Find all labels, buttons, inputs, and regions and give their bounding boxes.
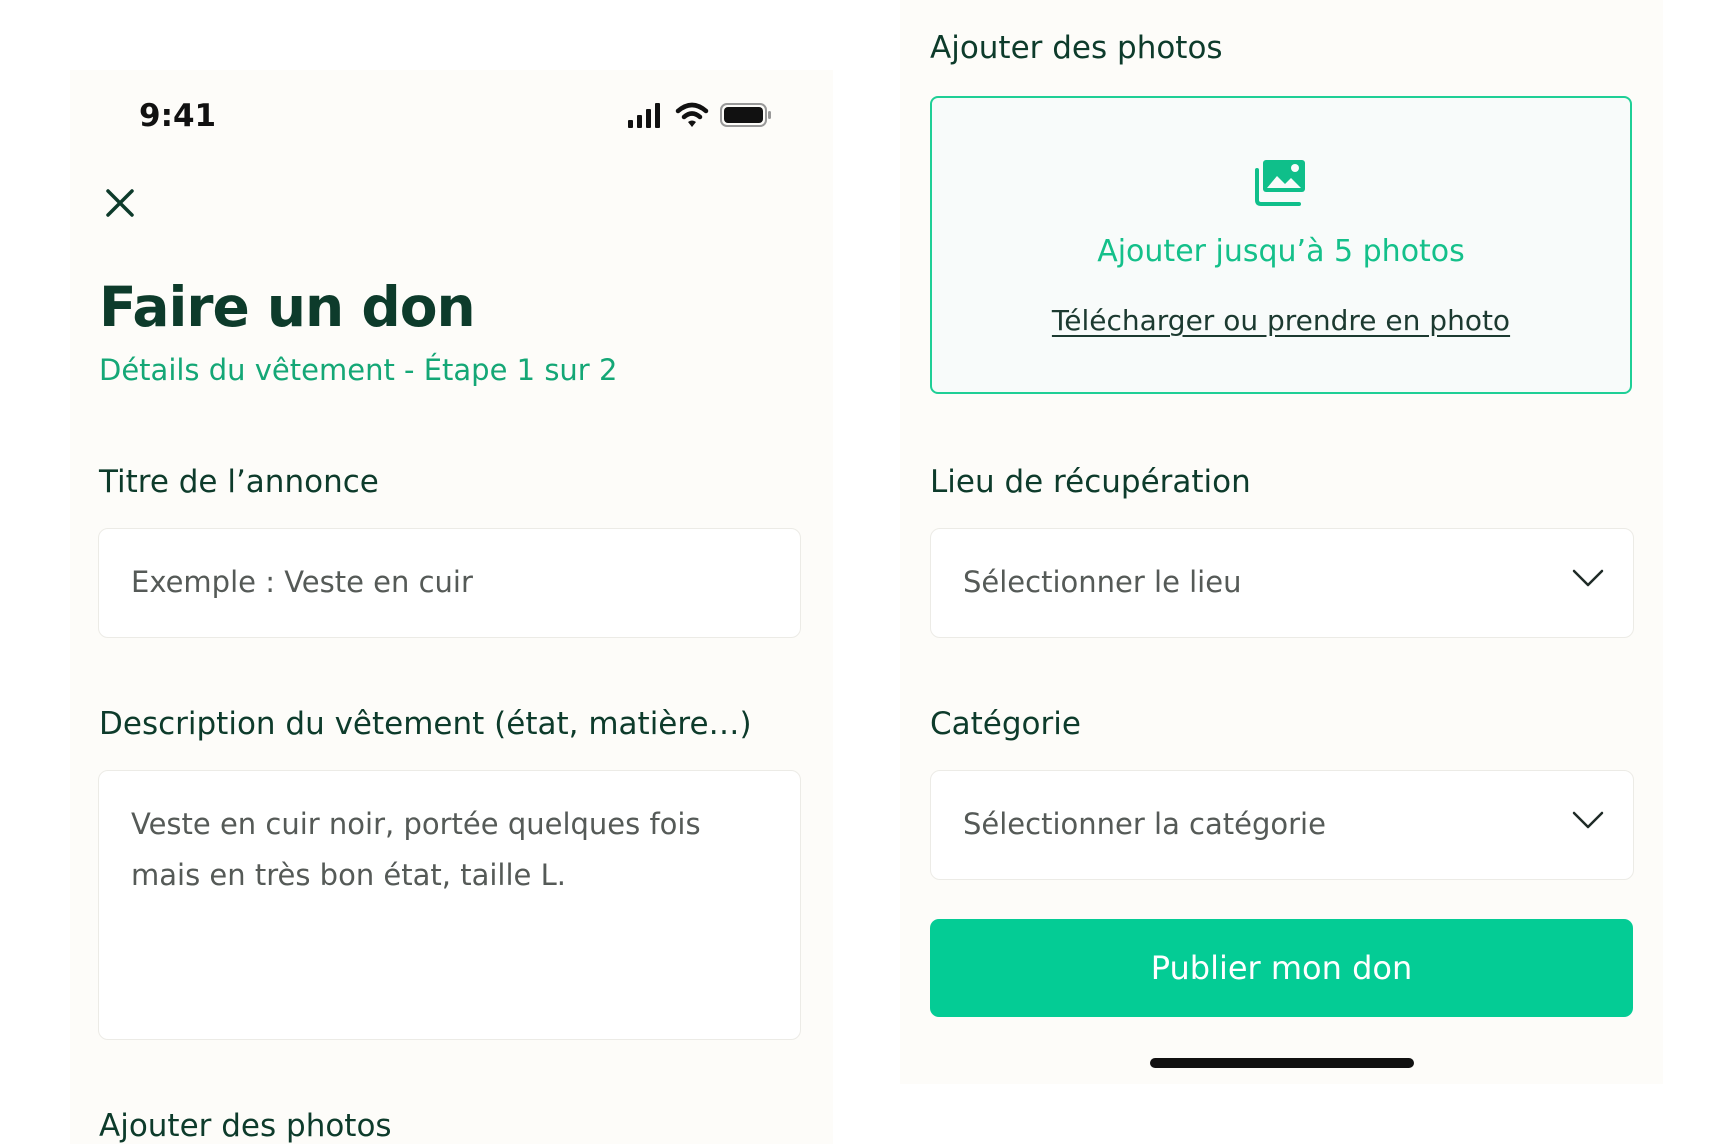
step-subtitle: Détails du vêtement - Étape 1 sur 2: [99, 353, 618, 387]
wifi-icon: [675, 102, 709, 127]
location-select[interactable]: Sélectionner le lieu: [930, 528, 1634, 638]
description-label: Description du vêtement (état, matière…): [99, 706, 752, 742]
category-label: Catégorie: [930, 706, 1081, 742]
page-title: Faire un don: [99, 275, 476, 339]
upload-link[interactable]: Télécharger ou prendre en photo: [932, 304, 1630, 337]
category-placeholder: Sélectionner la catégorie: [963, 807, 1326, 841]
battery-icon: [720, 103, 771, 127]
category-select[interactable]: Sélectionner la catégorie: [930, 770, 1634, 880]
location-placeholder: Sélectionner le lieu: [963, 565, 1242, 599]
upload-main-text: Ajouter jusqu’à 5 photos: [1097, 234, 1465, 269]
location-label: Lieu de récupération: [930, 464, 1251, 500]
publish-button[interactable]: Publier mon don: [930, 919, 1633, 1017]
description-placeholder: Veste en cuir noir, portée quelques fois…: [131, 807, 701, 892]
cellular-signal-icon: [628, 103, 660, 128]
photos-label: Ajouter des photos: [930, 30, 1223, 66]
close-icon[interactable]: [100, 183, 140, 223]
title-input[interactable]: Exemple : Veste en cuir: [98, 528, 801, 638]
image-gallery-icon: [1255, 160, 1305, 206]
donation-form-continued-screen: Ajouter des photos Ajouter jusqu’à 5 pho…: [900, 0, 1663, 1084]
status-bar-icons: [628, 102, 771, 128]
status-time: 9:41: [139, 98, 217, 134]
description-textarea[interactable]: Veste en cuir noir, portée quelques fois…: [98, 770, 801, 1040]
title-label: Titre de l’annonce: [99, 464, 379, 500]
donation-form-step1-screen: 9:41 Faire un don Détails du vêtement - …: [70, 70, 833, 1144]
photos-label: Ajouter des photos: [99, 1108, 392, 1144]
title-placeholder: Exemple : Veste en cuir: [131, 565, 473, 599]
chevron-down-icon: [1572, 569, 1604, 587]
photo-upload-dropzone[interactable]: Ajouter jusqu’à 5 photos Télécharger ou …: [930, 96, 1632, 394]
chevron-down-icon: [1572, 811, 1604, 829]
home-indicator: [1150, 1058, 1414, 1068]
